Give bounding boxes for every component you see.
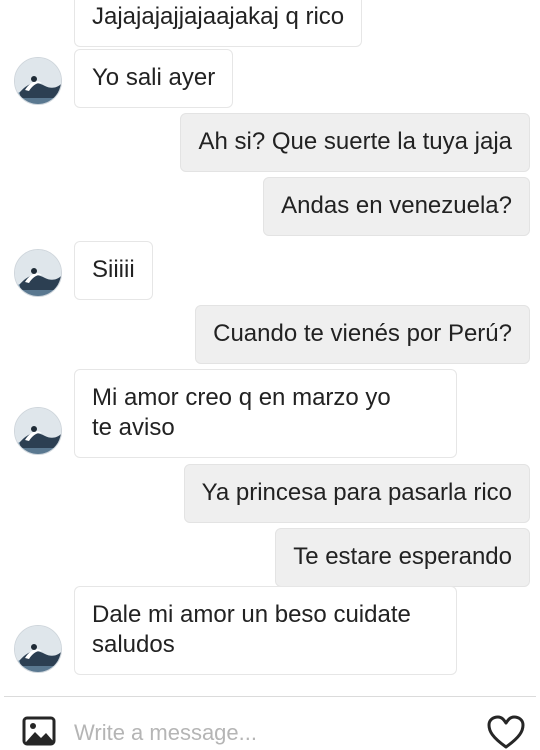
composer-divider xyxy=(4,696,536,697)
message-text: Cuando te vienés por Perú? xyxy=(213,320,512,347)
contact-avatar-image xyxy=(15,626,61,672)
incoming-message-bubble[interactable]: Yo sali ayer xyxy=(74,49,234,108)
message-input[interactable] xyxy=(74,716,464,750)
message-text-line: saludos xyxy=(92,631,175,658)
message-thread: Jajajajajjajaajakaj q rico Yo sali ayer … xyxy=(0,0,540,696)
outgoing-message-bubble[interactable]: Ya princesa para pasarla rico xyxy=(183,464,530,523)
message-text: Jajajajajjajaajakaj q rico xyxy=(92,3,345,30)
incoming-message-bubble[interactable]: Dale mi amor un beso cuidate saludos xyxy=(74,586,457,675)
outgoing-message-bubble[interactable]: Andas en venezuela? xyxy=(263,177,530,236)
incoming-message-bubble[interactable]: Siiiii xyxy=(74,241,153,300)
contact-avatar[interactable] xyxy=(14,57,62,105)
contact-avatar[interactable] xyxy=(14,407,62,455)
incoming-message-bubble[interactable]: Jajajajajjajaajakaj q rico xyxy=(74,0,363,47)
outgoing-message-bubble[interactable]: Cuando te vienés por Perú? xyxy=(195,305,530,364)
incoming-message-bubble[interactable]: Mi amor creo q en marzo yo te aviso xyxy=(74,369,457,458)
contact-avatar[interactable] xyxy=(14,249,62,297)
contact-avatar-image xyxy=(15,58,61,104)
message-text: Siiiii xyxy=(92,256,135,283)
contact-avatar-image xyxy=(15,250,61,296)
message-text: Yo sali ayer xyxy=(92,64,216,91)
message-text: Andas en venezuela? xyxy=(281,192,512,219)
image-icon[interactable] xyxy=(22,716,56,746)
message-text-line: te aviso xyxy=(92,414,175,441)
heart-icon[interactable] xyxy=(486,714,526,750)
outgoing-message-bubble[interactable]: Ah si? Que suerte la tuya jaja xyxy=(180,113,530,172)
message-text: Ah si? Que suerte la tuya jaja xyxy=(198,128,512,155)
contact-avatar[interactable] xyxy=(14,625,62,673)
message-text: Ya princesa para pasarla rico xyxy=(201,479,512,506)
message-text: Te estare esperando xyxy=(293,543,512,570)
contact-avatar-image xyxy=(15,408,61,454)
message-composer xyxy=(0,696,540,750)
message-text-line: Mi amor creo q en marzo yo xyxy=(92,384,391,411)
message-text-line: Dale mi amor un beso cuidate xyxy=(92,601,411,628)
outgoing-message-bubble[interactable]: Te estare esperando xyxy=(275,528,530,587)
